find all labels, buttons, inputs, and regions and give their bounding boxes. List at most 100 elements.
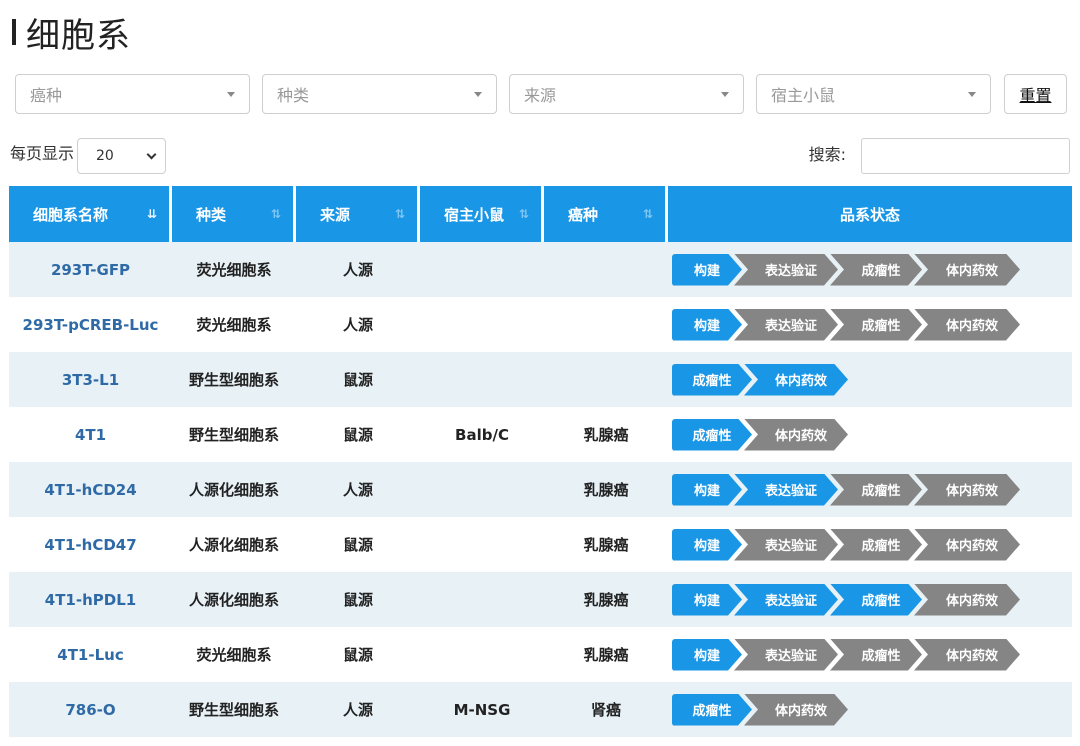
column-header-label: 细胞系名称 [33,205,109,224]
cancer-type-cell: 乳腺癌 [544,407,668,462]
table-row[interactable]: 4T1 野生型细胞系 鼠源 Balb/C 乳腺癌 成瘤性 体内药效 [9,407,1072,462]
table-row[interactable]: 4T1-hCD47 人源化细胞系 鼠源 乳腺癌 构建 表达验证 成瘤性 体内药效 [9,517,1072,572]
filter-placeholder: 癌种 [30,86,63,105]
page-size-control: 每页显示 20 [10,138,167,174]
type-cell: 荧光细胞系 [172,297,296,352]
sort-both-icon: ⇅ [642,207,653,221]
table-row[interactable]: 4T1-Luc 荧光细胞系 鼠源 乳腺癌 构建 表达验证 成瘤性 体内药效 [9,627,1072,682]
status-step: 表达验证 [734,474,838,506]
host-mouse-cell: M-NSG [420,682,544,737]
cell-line-table: 细胞系名称 ⇊ 种类 ⇅ 来源 ⇅ 宿主小鼠 ⇅ 癌种 ⇅ 品系状态 293T-GFP 荧光… [9,186,1072,737]
cancer-type-cell [544,297,668,352]
table-row[interactable]: 4T1-hPDL1 人源化细胞系 鼠源 乳腺癌 构建 表达验证 成瘤性 体内药效 [9,572,1072,627]
source-cell: 人源 [296,297,420,352]
host-mouse-cell [420,352,544,407]
column-header-cancer[interactable]: 癌种 ⇅ [544,186,668,242]
cell-line-link[interactable]: 4T1-Luc [57,646,123,664]
table-row[interactable]: 293T-pCREB-Luc 荧光细胞系 人源 构建 表达验证 成瘤性 体内药效 [9,297,1072,352]
status-step: 体内药效 [744,694,848,726]
cell-line-link[interactable]: 786-O [65,701,115,719]
source-cell: 人源 [296,242,420,297]
cell-line-link[interactable]: 4T1 [75,426,106,444]
source-cell: 人源 [296,462,420,517]
cancer-type-cell [544,242,668,297]
caret-down-icon [474,91,482,97]
status-step: 体内药效 [914,529,1020,561]
status-cell: 构建 表达验证 成瘤性 体内药效 [668,627,1072,682]
search-control: 搜索: [809,138,1070,174]
table-row[interactable]: 786-O 野生型细胞系 人源 M-NSG 肾癌 成瘤性 体内药效 [9,682,1072,737]
cell-line-link[interactable]: 293T-pCREB-Luc [23,316,159,334]
cancer-type-cell: 乳腺癌 [544,517,668,572]
status-step: 表达验证 [734,309,838,341]
page-size-label: 每页显示 [10,144,75,163]
source-cell: 鼠源 [296,407,420,462]
reset-button[interactable]: 重置 [1004,74,1067,114]
type-cell: 野生型细胞系 [172,352,296,407]
column-header-status: 品系状态 [668,186,1072,242]
cancer-type-filter[interactable]: 癌种 [15,74,250,114]
cell-line-link[interactable]: 293T-GFP [51,261,130,279]
status-pipeline: 构建 表达验证 成瘤性 体内药效 [672,639,1072,671]
column-header-label: 种类 [196,205,227,224]
status-step: 构建 [672,474,742,506]
status-step: 表达验证 [734,639,838,671]
status-pipeline: 构建 表达验证 成瘤性 体内药效 [672,584,1072,616]
search-input[interactable] [861,138,1070,174]
source-cell: 人源 [296,682,420,737]
host-mouse-cell [420,627,544,682]
status-step: 构建 [672,254,742,286]
title-accent-bar [12,19,16,45]
source-cell: 鼠源 [296,352,420,407]
status-step: 体内药效 [914,584,1020,616]
status-step: 成瘤性 [830,474,922,506]
table-body: 293T-GFP 荧光细胞系 人源 构建 表达验证 成瘤性 体内药效 293T-pCREB-L… [9,242,1072,737]
search-label: 搜索: [808,145,846,164]
status-cell: 成瘤性 体内药效 [668,682,1072,737]
cell-line-link[interactable]: 4T1-hCD24 [44,481,136,499]
status-step: 构建 [672,309,742,341]
table-row[interactable]: 4T1-hCD24 人源化细胞系 人源 乳腺癌 构建 表达验证 成瘤性 体内药效 [9,462,1072,517]
source-filter[interactable]: 来源 [509,74,744,114]
caret-down-icon [227,91,235,97]
cell-line-link[interactable]: 4T1-hPDL1 [45,591,136,609]
cell-line-name-cell: 4T1-hCD47 [9,517,172,572]
status-cell: 构建 表达验证 成瘤性 体内药效 [668,572,1072,627]
type-cell: 野生型细胞系 [172,682,296,737]
page-size-select[interactable]: 20 [77,138,167,174]
table-row[interactable]: 293T-GFP 荧光细胞系 人源 构建 表达验证 成瘤性 体内药效 [9,242,1072,297]
table-row[interactable]: 3T3-L1 野生型细胞系 鼠源 成瘤性 体内药效 [9,352,1072,407]
status-step: 体内药效 [744,364,848,396]
status-pipeline: 构建 表达验证 成瘤性 体内药效 [672,254,1072,286]
column-header-source[interactable]: 来源 ⇅ [296,186,420,242]
source-cell: 鼠源 [296,517,420,572]
column-header-type[interactable]: 种类 ⇅ [172,186,296,242]
host-mouse-cell [420,242,544,297]
host-mouse-cell [420,462,544,517]
cell-line-name-cell: 293T-pCREB-Luc [9,297,172,352]
status-step: 成瘤性 [830,639,922,671]
status-step: 表达验证 [734,529,838,561]
status-step: 成瘤性 [672,364,752,396]
status-step: 构建 [672,529,742,561]
status-step: 表达验证 [734,584,838,616]
cell-line-link[interactable]: 3T3-L1 [62,371,119,389]
column-header-label: 癌种 [568,205,599,224]
type-cell: 荧光细胞系 [172,627,296,682]
type-cell: 人源化细胞系 [172,517,296,572]
category-filter[interactable]: 种类 [262,74,497,114]
type-cell: 野生型细胞系 [172,407,296,462]
host-mouse-filter[interactable]: 宿主小鼠 [756,74,991,114]
status-step: 成瘤性 [830,584,922,616]
cell-line-link[interactable]: 4T1-hCD47 [44,536,136,554]
filter-placeholder: 来源 [524,86,557,105]
status-cell: 构建 表达验证 成瘤性 体内药效 [668,242,1072,297]
status-step: 体内药效 [914,254,1020,286]
column-header-name[interactable]: 细胞系名称 ⇊ [9,186,172,242]
cell-line-name-cell: 4T1-hPDL1 [9,572,172,627]
status-cell: 成瘤性 体内药效 [668,407,1072,462]
status-pipeline: 成瘤性 体内药效 [672,419,1072,451]
column-header-host[interactable]: 宿主小鼠 ⇅ [420,186,544,242]
type-cell: 荧光细胞系 [172,242,296,297]
cell-line-name-cell: 3T3-L1 [9,352,172,407]
